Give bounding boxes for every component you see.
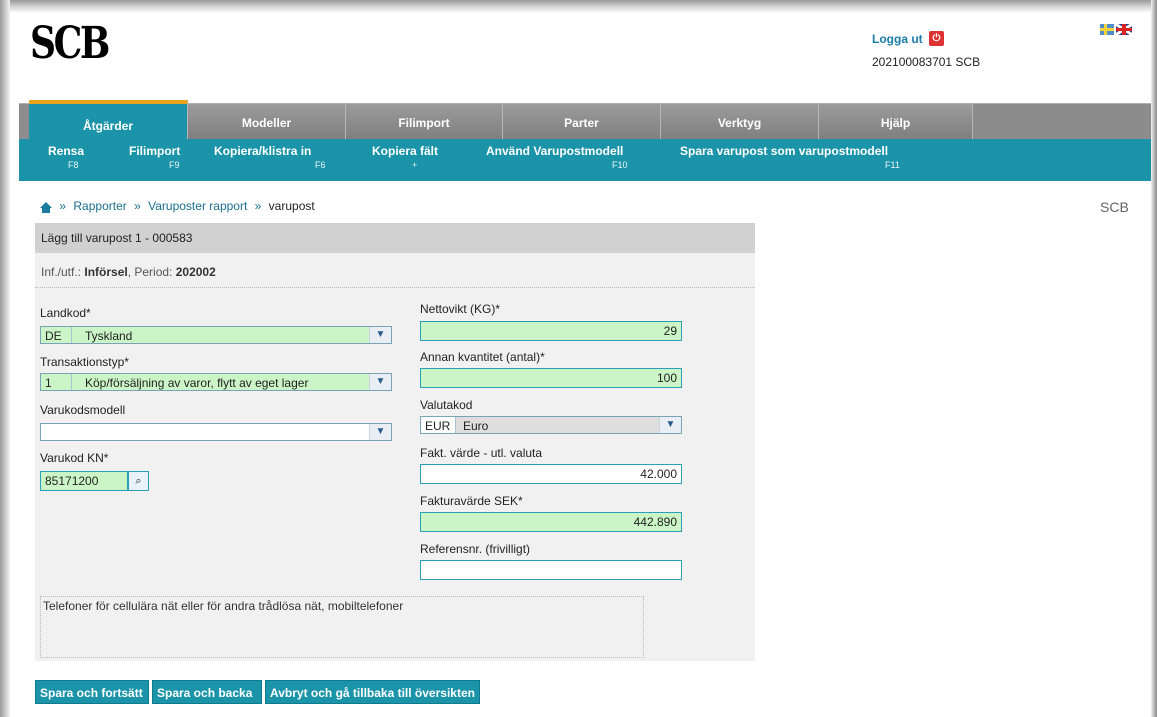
window-frame-top	[0, 0, 1157, 12]
organization-label: SCB	[1100, 199, 1129, 215]
fakturavarde-sek-label: Fakturavärde SEK*	[420, 494, 523, 508]
kopiera-klistra-label: Kopiera/klistra in	[214, 144, 312, 158]
referensnr-input[interactable]	[420, 560, 682, 580]
breadcrumb: » Rapporter » Varuposter rapport » varup…	[40, 199, 315, 213]
chevron-down-icon[interactable]: ▼	[659, 417, 681, 433]
flow-type: Införsel	[84, 265, 128, 279]
valutakod-name: Euro	[463, 419, 489, 433]
kopiera-klistra-shortcut: F6	[315, 160, 326, 170]
varukod-label: Varukod KN*	[40, 451, 109, 465]
rensa-label: Rensa	[48, 144, 85, 158]
form-title: Lägg till varupost 1 - 000583	[35, 223, 755, 253]
fakt-varde-input[interactable]: 42.000	[420, 464, 682, 484]
filimport-shortcut: F9	[169, 160, 180, 170]
transaktionstyp-name: Köp/försäljning av varor, flytt av eget …	[85, 376, 309, 390]
anvand-varupostmodell-shortcut: F10	[612, 160, 628, 170]
anvand-varupostmodell-action[interactable]: Använd Varupostmodell F10	[486, 144, 628, 170]
landkod-label: Landkod*	[40, 306, 91, 320]
rensa-shortcut: F8	[68, 160, 79, 170]
rensa-action[interactable]: Rensa F8	[48, 144, 85, 170]
spara-varupostmodell-label: Spara varupost som varupostmodell	[680, 144, 889, 158]
breadcrumb-varuposter-rapport[interactable]: Varuposter rapport	[148, 199, 247, 213]
nettovikt-input[interactable]: 29	[420, 321, 682, 341]
fakturavarde-sek-input[interactable]: 442.890	[420, 512, 682, 532]
tab-parter[interactable]: Parter	[503, 104, 661, 140]
cancel-button[interactable]: Avbryt och gå tillbaka till översikten	[265, 680, 480, 704]
swedish-flag-icon[interactable]	[1100, 24, 1114, 35]
kopiera-falt-label: Kopiera fält	[372, 144, 439, 158]
transaktionstyp-code: 1	[45, 376, 52, 390]
valutakod-code: EUR	[421, 417, 455, 433]
tab-verktyg[interactable]: Verktyg	[661, 104, 819, 140]
kopiera-falt-action[interactable]: Kopiera fält +	[372, 144, 439, 170]
logout-link[interactable]: Logga ut	[872, 32, 923, 46]
landkod-select[interactable]: DE Tyskland ▼	[40, 326, 392, 344]
breadcrumb-current: varupost	[268, 199, 315, 213]
filimport-action[interactable]: Filimport F9	[129, 144, 181, 170]
kopiera-falt-shortcut: +	[412, 160, 418, 170]
window-frame-left	[0, 0, 10, 717]
power-icon[interactable]: ⏻	[929, 31, 944, 46]
chevron-down-icon[interactable]: ▼	[369, 374, 391, 390]
main-navigation: Åtgärder Modeller Filimport Parter Verkt…	[19, 100, 1151, 144]
tab-filimport[interactable]: Filimport	[346, 104, 503, 140]
window-frame-right	[1151, 0, 1157, 717]
chevron-down-icon[interactable]: ▼	[369, 424, 391, 440]
valutakod-label: Valutakod	[420, 398, 473, 412]
breadcrumb-rapporter[interactable]: Rapporter	[73, 199, 126, 213]
binoculars-icon[interactable]: ⌕	[128, 471, 149, 491]
varukodsmodell-select[interactable]: ▼	[40, 423, 392, 441]
annan-kvantitet-label: Annan kvantitet (antal)*	[420, 350, 545, 364]
scb-logo: SCB	[30, 18, 110, 69]
divider	[35, 287, 755, 288]
varukod-input[interactable]: 85171200	[40, 471, 128, 491]
kopiera-klistra-action[interactable]: Kopiera/klistra in F6	[214, 144, 326, 170]
nettovikt-label: Nettovikt (KG)*	[420, 302, 501, 316]
transaktionstyp-select[interactable]: 1 Köp/försäljning av varor, flytt av ege…	[40, 373, 392, 391]
landkod-name: Tyskland	[85, 329, 133, 343]
save-back-button[interactable]: Spara och backa	[152, 680, 262, 704]
landkod-code: DE	[45, 329, 62, 343]
transaktionstyp-label: Transaktionstyp*	[40, 355, 129, 369]
tab-hjalp[interactable]: Hjälp	[819, 104, 973, 140]
filimport-label: Filimport	[129, 144, 181, 158]
fakt-varde-label: Fakt. värde - utl. valuta	[420, 446, 543, 460]
uk-flag-icon[interactable]	[1116, 24, 1132, 35]
form-info: Inf./utf.: Införsel, Period: 202002	[41, 265, 216, 279]
home-icon[interactable]	[40, 202, 52, 213]
valutakod-select[interactable]: EUR Euro ▼	[420, 416, 682, 434]
save-continue-button[interactable]: Spara och fortsätt	[35, 680, 149, 704]
action-toolbar: Rensa F8 Filimport F9 Kopiera/klistra in…	[19, 139, 1151, 181]
spara-varupostmodell-action[interactable]: Spara varupost som varupostmodell F11	[680, 144, 900, 170]
tab-atgarder[interactable]: Åtgärder	[29, 100, 188, 144]
varukodsmodell-label: Varukodsmodell	[40, 403, 126, 417]
chevron-down-icon[interactable]: ▼	[369, 327, 391, 343]
tab-modeller[interactable]: Modeller	[188, 104, 346, 140]
anvand-varupostmodell-label: Använd Varupostmodell	[486, 144, 624, 158]
referensnr-label: Referensnr. (frivilligt)	[420, 542, 531, 556]
product-description: Telefoner för cellulära nät eller för an…	[40, 596, 644, 658]
annan-kvantitet-input[interactable]: 100	[420, 368, 682, 388]
spara-varupostmodell-shortcut: F11	[885, 160, 900, 170]
period-value: 202002	[175, 265, 216, 279]
user-id: 202100083701 SCB	[872, 55, 981, 69]
